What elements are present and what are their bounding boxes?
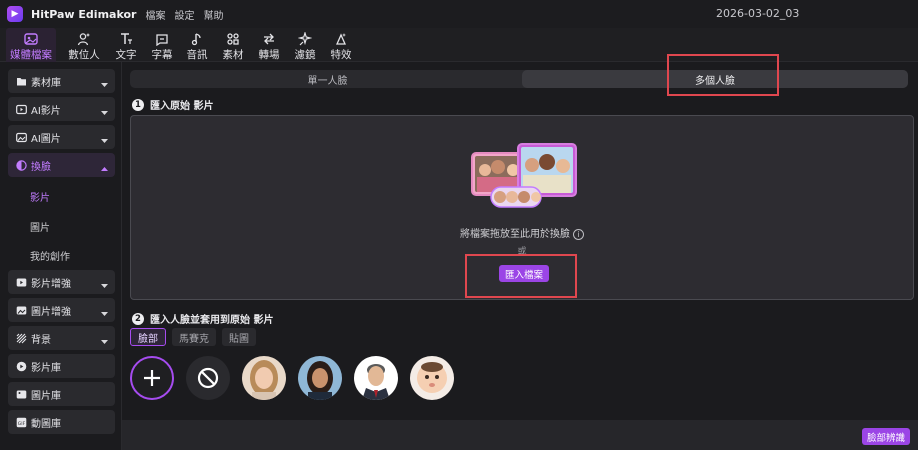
filter-icon (294, 30, 316, 47)
ai-video-icon (15, 103, 27, 115)
face-preset-4[interactable] (410, 356, 454, 400)
face-recognition-button[interactable]: 臉部辨識 (862, 428, 910, 445)
sidebar-item-ai-video[interactable]: AI影片 (8, 97, 115, 121)
sidebar-item-face-swap[interactable]: 換臉 (8, 153, 115, 177)
app-logo-icon: ▶ (7, 6, 23, 22)
no-face-button[interactable] (186, 356, 230, 400)
media-icon (20, 30, 42, 47)
step2-label: 匯入人臉並套用到原始 影片 (150, 315, 274, 326)
background-icon (15, 332, 27, 344)
face-avatar-woman-blonde (242, 356, 286, 400)
face-preset-3[interactable] (354, 356, 398, 400)
sidebar-item-image-library[interactable]: 圖片庫 (8, 382, 115, 406)
subtitle-icon (151, 30, 173, 47)
tool-text[interactable]: 文字 (112, 28, 140, 62)
dropzone-text: 將檔案拖放至此用於換臉 i (131, 225, 913, 240)
effects-icon (330, 30, 352, 47)
gif-icon: GIF (15, 416, 27, 428)
sidebar-subitem-my-creations[interactable]: 我的創作 (30, 248, 70, 263)
sidebar-item-ai-image[interactable]: AI圖片 (8, 125, 115, 149)
group-photo-illustration (471, 143, 577, 208)
sidebar-item-library[interactable]: 素材庫 (8, 69, 115, 93)
mode-single-face[interactable]: 單一人臉 (130, 70, 525, 88)
chevron-down-icon (101, 106, 108, 119)
forbidden-icon (197, 367, 219, 389)
main-panel: 單一人臉 多個人臉 1 匯入原始 影片 將檔案拖放至此用於換臉 i 或 匯入檔案… (122, 54, 918, 450)
svg-text:GIF: GIF (17, 421, 25, 427)
sidebar: 素材庫 AI影片 AI圖片 換臉 影片 圖片 我的創作 影片增強 圖片增強 背景… (0, 62, 122, 450)
tab-face[interactable]: 臉部 (130, 328, 166, 346)
menu-settings[interactable]: 設定 (174, 7, 194, 22)
tab-sticker[interactable]: 貼圖 (222, 328, 256, 346)
tool-transition[interactable]: 轉場 (255, 28, 283, 62)
face-avatar-man-suit (354, 356, 398, 400)
face-avatar-woman-dark (298, 356, 342, 400)
tab-mosaic[interactable]: 馬賽克 (172, 328, 216, 346)
tool-effects[interactable]: 特效 (327, 28, 355, 62)
face-mode-selector: 單一人臉 多個人臉 (130, 70, 908, 88)
image-library-icon (15, 388, 27, 400)
title-bar: ▶ HitPaw Edimakor 檔案 設定 幫助 2026-03-02_03 (0, 0, 918, 28)
elements-icon (222, 30, 244, 47)
face-avatar-baby (410, 356, 454, 400)
step1-number: 1 (132, 98, 144, 111)
project-name: 2026-03-02_03 (716, 7, 800, 20)
video-library-icon (15, 360, 27, 372)
video-dropzone[interactable]: 將檔案拖放至此用於換臉 i 或 匯入檔案 (130, 115, 914, 300)
sidebar-item-video-library[interactable]: 影片庫 (8, 354, 115, 378)
face-preset-1[interactable] (242, 356, 286, 400)
ai-image-icon (15, 131, 27, 143)
bottom-bar (122, 420, 918, 450)
step1-label: 匯入原始 影片 (150, 101, 214, 112)
transition-icon (258, 30, 280, 47)
text-icon (115, 30, 137, 47)
sidebar-item-video-enhance[interactable]: 影片增強 (8, 270, 115, 294)
tool-music[interactable]: 音訊 (183, 28, 211, 62)
highlight-box-import (465, 254, 577, 298)
chevron-up-icon (101, 162, 108, 175)
chevron-down-icon (101, 307, 108, 320)
menu-file[interactable]: 檔案 (145, 7, 165, 22)
video-enhance-icon (15, 276, 27, 288)
main-toolbar: 媒體檔案 數位人 文字 字幕 音訊 素材 轉場 濾鏡 特效 (0, 28, 918, 62)
tool-media[interactable]: 媒體檔案 (6, 28, 56, 62)
music-icon (186, 30, 208, 47)
chevron-down-icon (101, 279, 108, 292)
sidebar-item-gif-library[interactable]: GIF 動圖庫 (8, 410, 115, 434)
tool-subtitle[interactable]: 字幕 (148, 28, 176, 62)
highlight-box-mode (667, 54, 779, 96)
step2-title: 2 匯入人臉並套用到原始 影片 (132, 311, 273, 326)
menu-help[interactable]: 幫助 (203, 7, 223, 22)
sidebar-subitem-video[interactable]: 影片 (30, 189, 50, 204)
face-type-tabs: 臉部 馬賽克 貼圖 (130, 328, 256, 346)
step1-title: 1 匯入原始 影片 (132, 97, 213, 112)
add-face-button[interactable] (130, 356, 174, 400)
image-enhance-icon (15, 304, 27, 316)
sidebar-item-image-enhance[interactable]: 圖片增強 (8, 298, 115, 322)
chevron-down-icon (101, 78, 108, 91)
chevron-down-icon (101, 134, 108, 147)
plus-icon (144, 370, 160, 386)
folder-icon (15, 75, 27, 87)
face-swap-icon (15, 159, 27, 171)
sidebar-subitem-image[interactable]: 圖片 (30, 219, 50, 234)
face-preset-2[interactable] (298, 356, 342, 400)
info-icon[interactable]: i (573, 228, 584, 240)
step2-number: 2 (132, 312, 144, 325)
tool-avatar[interactable]: 數位人 (66, 28, 102, 62)
chevron-down-icon (101, 335, 108, 348)
app-title: HitPaw Edimakor (31, 7, 137, 21)
avatar-icon (73, 30, 95, 47)
tool-filter[interactable]: 濾鏡 (291, 28, 319, 62)
sidebar-item-background[interactable]: 背景 (8, 326, 115, 350)
tool-elements[interactable]: 素材 (219, 28, 247, 62)
